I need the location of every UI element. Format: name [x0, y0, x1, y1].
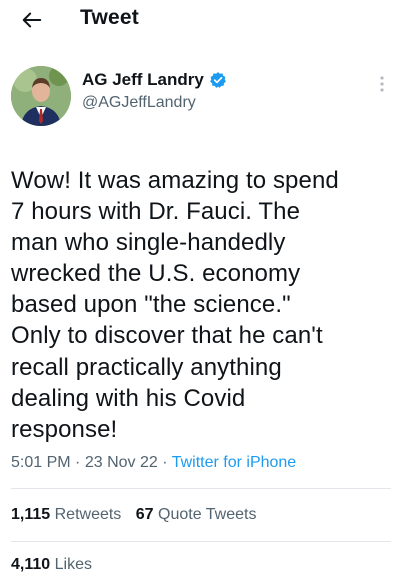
- top-bar: Tweet: [0, 0, 406, 40]
- divider: [11, 488, 391, 489]
- quote-tweets-stat[interactable]: 67 Quote Tweets: [136, 506, 257, 524]
- verified-badge-icon: [209, 71, 227, 89]
- tweet-text: Wow! It was amazing to spend 7 hours wit…: [11, 167, 339, 443]
- tweet-date[interactable]: 23 Nov 22: [85, 454, 158, 471]
- back-arrow-icon[interactable]: [20, 8, 44, 32]
- tweet-metadata: 5:01 PM · 23 Nov 22 · Twitter for iPhone: [11, 454, 296, 472]
- divider: [11, 541, 391, 542]
- likes-row: 4,110 Likes: [11, 556, 92, 574]
- author-name[interactable]: AG Jeff Landry: [82, 70, 204, 90]
- quote-tweets-label: Quote Tweets: [158, 506, 257, 523]
- meta-separator: ·: [162, 454, 168, 471]
- retweets-stat[interactable]: 1,115 Retweets: [11, 506, 121, 524]
- avatar[interactable]: [11, 66, 71, 126]
- tweet-author: AG Jeff Landry @AGJeffLandry: [82, 70, 227, 112]
- page-title: Tweet: [80, 6, 139, 29]
- likes-label: Likes: [54, 556, 92, 573]
- quote-tweets-count: 67: [135, 506, 154, 523]
- retweets-label: Retweets: [54, 506, 122, 523]
- more-vertical-icon[interactable]: [374, 74, 390, 94]
- author-handle[interactable]: @AGJeffLandry: [82, 94, 227, 112]
- tweet-time[interactable]: 5:01 PM: [11, 454, 71, 471]
- tweet-source-link[interactable]: Twitter for iPhone: [172, 454, 297, 471]
- retweets-count: 1,115: [11, 506, 51, 523]
- likes-stat[interactable]: 4,110 Likes: [11, 556, 92, 574]
- likes-count: 4,110: [11, 556, 51, 573]
- meta-separator: ·: [75, 454, 81, 471]
- engagement-stats: 1,115 Retweets 67 Quote Tweets: [11, 506, 256, 524]
